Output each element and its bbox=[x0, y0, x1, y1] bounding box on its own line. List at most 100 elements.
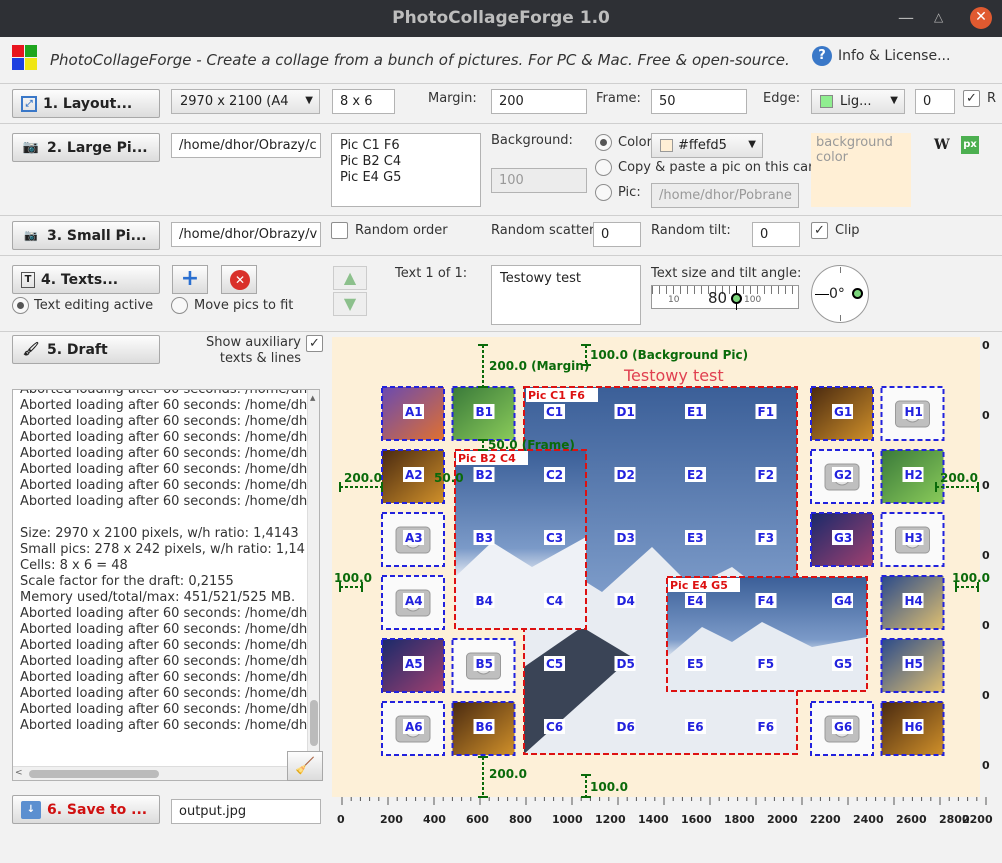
edge-width-input[interactable]: 0 bbox=[915, 89, 955, 114]
show-aux-checkbox[interactable]: ✓ bbox=[306, 335, 323, 352]
text-content-input[interactable]: Testowy test bbox=[491, 265, 641, 325]
info-license-link[interactable]: Info & License... bbox=[838, 48, 950, 64]
random-scatter-input[interactable]: 0 bbox=[593, 222, 641, 247]
margin-top-label: 200.0 (Margin) bbox=[489, 359, 589, 373]
cell-label: E3 bbox=[687, 531, 704, 545]
log-line: Aborted loading after 60 seconds: /home/… bbox=[20, 478, 308, 493]
margin-input[interactable]: 200 bbox=[491, 89, 587, 114]
log-hscroll-thumb[interactable] bbox=[29, 770, 159, 778]
cell-label: H6 bbox=[905, 720, 923, 734]
x-tick-label: 2600 bbox=[896, 813, 927, 826]
log-line: Aborted loading after 60 seconds: /home/… bbox=[20, 702, 308, 717]
cell-label: B4 bbox=[476, 594, 494, 608]
cell-label: H5 bbox=[905, 657, 923, 671]
log-scrollbar-vertical[interactable]: ▲ bbox=[307, 390, 319, 766]
edge-select[interactable]: Lig... ▼ bbox=[811, 89, 905, 114]
copy-paste-radio[interactable] bbox=[595, 159, 612, 176]
background-input[interactable]: 100 bbox=[491, 168, 587, 193]
list-item[interactable]: Pic E4 G5 bbox=[340, 170, 472, 186]
small-pics-button[interactable]: 📷 3. Small Pi... bbox=[12, 221, 160, 250]
wikipedia-icon[interactable]: W bbox=[934, 137, 950, 153]
cell-label: H4 bbox=[905, 594, 923, 608]
x-tick-label: 2000 bbox=[767, 813, 798, 826]
y-tick-label: 0 bbox=[982, 549, 990, 562]
frame-label: 50.0 (Frame) bbox=[488, 438, 575, 452]
cell-label: B3 bbox=[476, 531, 494, 545]
save-button[interactable]: ↓ 6. Save to ... bbox=[12, 795, 160, 824]
text-editing-radio[interactable] bbox=[12, 297, 29, 314]
output-file-input[interactable]: output.jpg bbox=[171, 799, 321, 824]
dial-handle[interactable] bbox=[852, 288, 863, 299]
title-bar: PhotoCollageForge 1.0 — △ ✕ bbox=[0, 0, 1002, 37]
add-text-button[interactable]: + bbox=[172, 265, 208, 294]
grid-input[interactable]: 8 x 6 bbox=[332, 89, 395, 114]
bottom-bg-label: 100.0 bbox=[590, 780, 628, 794]
large-pics-path[interactable]: /home/dhor/Obrazy/c bbox=[171, 133, 321, 158]
x-tick-label: 400 bbox=[423, 813, 446, 826]
right-bg-label: 100.0 bbox=[952, 571, 990, 585]
log-area[interactable]: Aborted loading after 60 seconds: /home/… bbox=[12, 389, 320, 781]
cell-label: E4 bbox=[687, 594, 704, 608]
log-scrollbar-horizontal[interactable]: < bbox=[13, 766, 319, 780]
move-pics-radio[interactable] bbox=[171, 297, 188, 314]
small-pics-path[interactable]: /home/dhor/Obrazy/v bbox=[171, 222, 321, 247]
log-scroll-thumb[interactable] bbox=[310, 700, 318, 746]
left-margin-label: 200.0 bbox=[344, 471, 382, 485]
color-radio[interactable] bbox=[595, 134, 612, 151]
cell-label: D3 bbox=[617, 531, 635, 545]
round-checkbox[interactable]: ✓ bbox=[963, 90, 980, 107]
remove-text-button[interactable]: ✕ bbox=[221, 265, 257, 294]
layout-button[interactable]: ⤢ 1. Layout... bbox=[12, 89, 160, 118]
minimize-icon[interactable]: — bbox=[898, 8, 914, 27]
clip-checkbox[interactable]: ✓ bbox=[811, 222, 828, 239]
close-icon[interactable]: ✕ bbox=[970, 7, 992, 29]
arrow-down-icon: ▼ bbox=[343, 294, 357, 313]
texts-button[interactable]: T 4. Texts... bbox=[12, 265, 160, 294]
text-down-button[interactable]: ▼ bbox=[333, 292, 367, 316]
random-scatter-label: Random scatter bbox=[491, 223, 595, 238]
text-up-button[interactable]: ▲ bbox=[333, 266, 367, 290]
maximize-icon[interactable]: △ bbox=[934, 10, 943, 24]
list-item[interactable]: Pic C1 F6 bbox=[340, 138, 472, 154]
random-order-checkbox[interactable] bbox=[331, 222, 348, 239]
log-line: Aborted loading after 60 seconds: /home/… bbox=[20, 414, 308, 429]
color-value: #ffefd5 bbox=[678, 138, 727, 153]
draft-preview[interactable]: 0 200 400 600 800 1000 1200 1400 1600 1800 2000 220… bbox=[332, 337, 1002, 827]
large-pic-label: Pic B2 C4 bbox=[458, 452, 516, 465]
large-pics-button-label: 2. Large Pi... bbox=[47, 139, 148, 156]
y-tick-label: 0 bbox=[982, 759, 990, 772]
info-icon[interactable]: ? bbox=[812, 46, 832, 66]
pic-label: Pic: bbox=[618, 185, 641, 200]
tilt-angle-dial[interactable]: 0° bbox=[811, 265, 869, 323]
log-line: Aborted loading after 60 seconds: /home/… bbox=[20, 670, 308, 685]
size-select[interactable]: 2970 x 2100 (A4 ▼ bbox=[171, 89, 320, 114]
text-size-ruler[interactable]: 10 100 80 bbox=[651, 285, 799, 310]
large-pics-button[interactable]: 📷 2. Large Pi... bbox=[12, 133, 160, 162]
cell-label: E5 bbox=[687, 657, 704, 671]
text-editing-label: Text editing active bbox=[34, 298, 154, 313]
list-item[interactable]: Pic B2 C4 bbox=[340, 154, 472, 170]
cell-label: B1 bbox=[476, 405, 494, 419]
ruler-tick-10: 10 bbox=[668, 295, 680, 305]
text-icon: T bbox=[21, 271, 35, 288]
round-label: R bbox=[987, 91, 997, 106]
left-bg-label: 100.0 bbox=[334, 571, 372, 585]
x-tick-label: 1400 bbox=[638, 813, 669, 826]
log-line: Aborted loading after 60 seconds: /home/… bbox=[20, 686, 308, 701]
log-lines: Aborted loading after 60 seconds: /home/… bbox=[13, 390, 309, 734]
edge-label: Edge: bbox=[763, 91, 801, 106]
random-tilt-input[interactable]: 0 bbox=[752, 222, 800, 247]
bg-pic-path[interactable]: /home/dhor/Pobrane bbox=[651, 183, 799, 208]
draft-button[interactable]: 🖌 5. Draft bbox=[12, 335, 160, 364]
clear-log-button[interactable]: 🧹 bbox=[287, 751, 323, 781]
x-tick-label: 0 bbox=[337, 813, 345, 826]
pic-radio[interactable] bbox=[595, 184, 612, 201]
large-pics-list[interactable]: Pic C1 F6 Pic B2 C4 Pic E4 G5 bbox=[331, 133, 481, 207]
pixabay-icon[interactable]: px bbox=[961, 136, 979, 154]
color-select[interactable]: #ffefd5 ▼ bbox=[651, 133, 763, 158]
broom-icon: 🧹 bbox=[295, 756, 315, 775]
frame-input[interactable]: 50 bbox=[651, 89, 747, 114]
ruler-handle[interactable] bbox=[731, 293, 742, 304]
cell-label: H2 bbox=[905, 468, 923, 482]
